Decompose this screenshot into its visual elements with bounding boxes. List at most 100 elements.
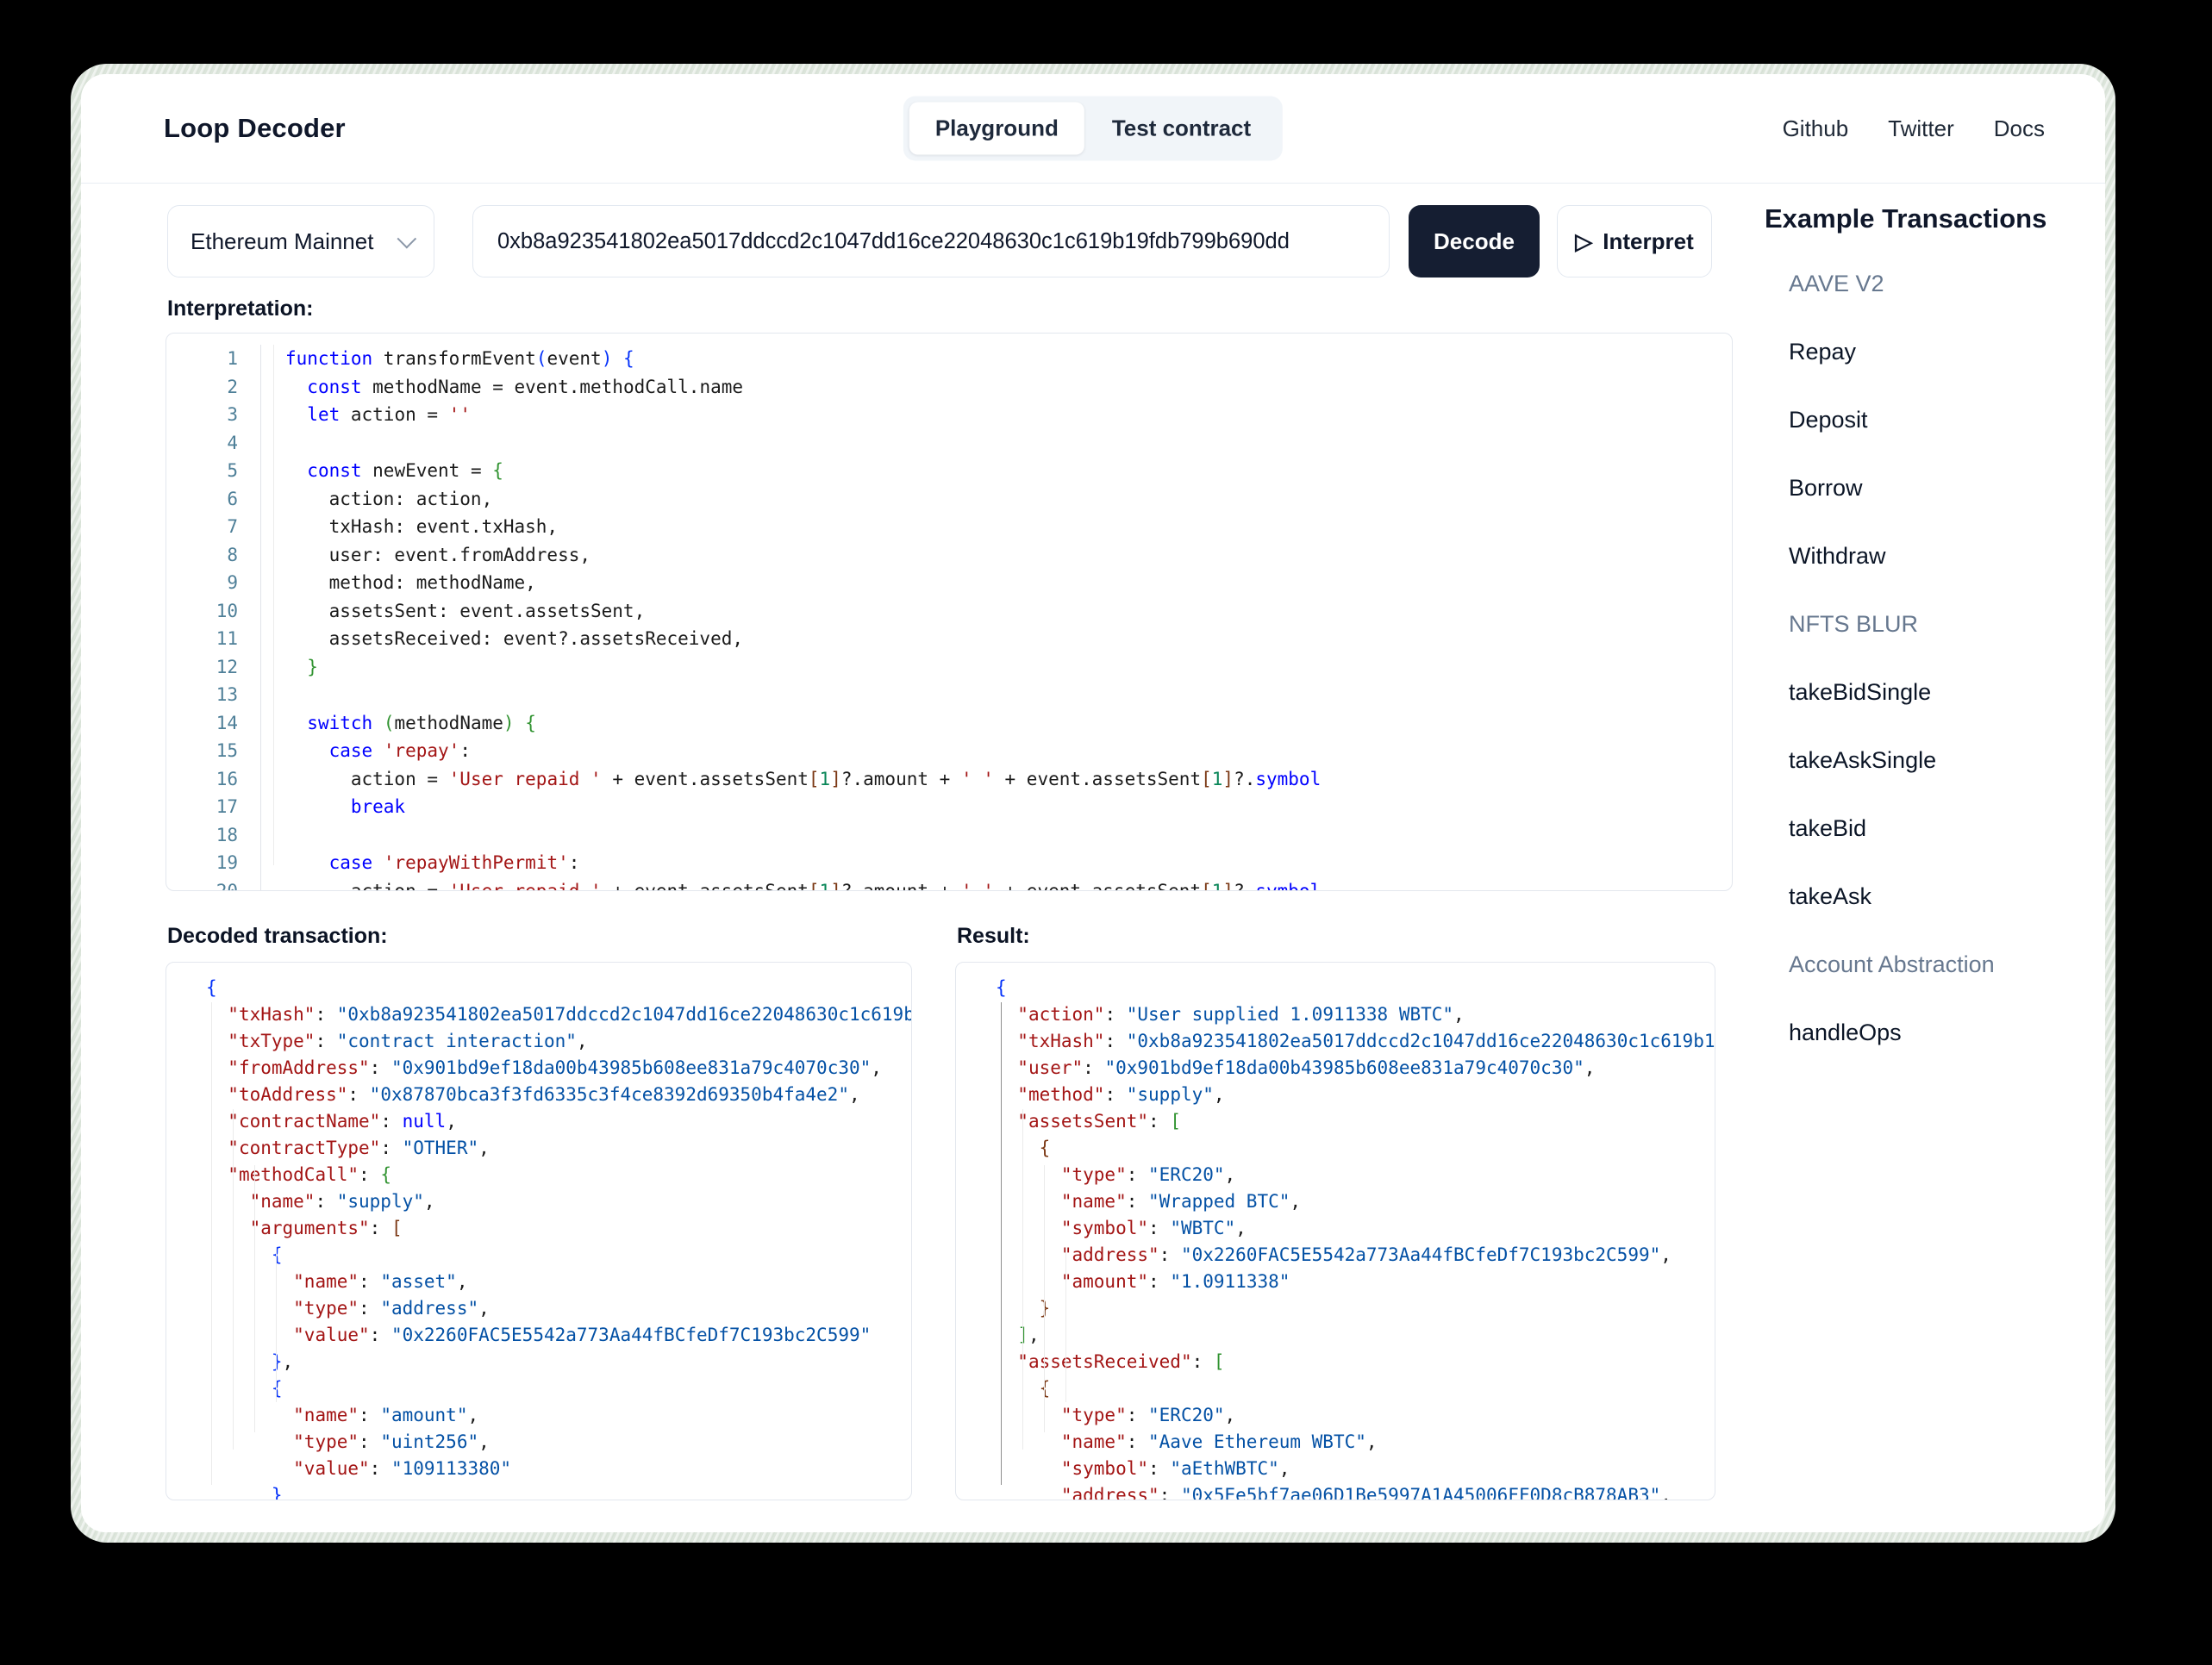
code-line: 10 assetsSent: event.assetsSent,	[166, 596, 1732, 625]
json-line: "type": "uint256",	[293, 1431, 490, 1452]
json-line: ],	[1017, 1325, 1040, 1345]
code-line: 8 user: event.fromAddress,	[166, 540, 1732, 569]
line-number: 19	[166, 849, 261, 877]
code-line: 17 break	[166, 793, 1732, 821]
decoded-transaction-panel[interactable]: { "txHash": "0xb8a923541802ea5017ddccd2c…	[166, 962, 912, 1500]
json-line: "value": "109113380"	[293, 1458, 512, 1479]
example-section: Account Abstraction handleOps	[1765, 951, 2066, 1046]
indent-guide	[1065, 1247, 1066, 1402]
line-number: 10	[166, 596, 261, 625]
json-line: "value": "0x2260FAC5E5542a773Aa44fBCfeDf…	[293, 1325, 872, 1345]
json-line: "name": "Aave Ethereum WBTC",	[1060, 1431, 1378, 1452]
line-number: 5	[166, 457, 261, 485]
interpretation-label: Interpretation:	[167, 296, 314, 321]
json-line: }	[271, 1485, 283, 1500]
indent-guide	[254, 1165, 255, 1432]
example-transaction-deposit[interactable]: Deposit	[1765, 407, 2066, 433]
example-section: NFTS BLUR takeBidSingle takeAskSingle takeB…	[1765, 611, 2066, 910]
json-line: {	[271, 1244, 283, 1265]
indent-guide	[273, 345, 274, 865]
result-panel[interactable]: { "action": "User supplied 1.0911338 WBT…	[955, 962, 1715, 1500]
example-transaction-takebidsingle[interactable]: takeBidSingle	[1765, 679, 2066, 706]
line-number: 4	[166, 428, 261, 457]
code-line: 16 action = 'User repaid ' + event.asset…	[166, 764, 1732, 793]
window-frame: Loop Decoder Playground Test contract Gi…	[71, 64, 2115, 1543]
tx-hash-input[interactable]	[472, 205, 1390, 278]
json-line: "arguments": [	[249, 1218, 403, 1238]
docs-link[interactable]: Docs	[1994, 115, 2045, 142]
json-line: "methodCall": {	[228, 1164, 391, 1185]
json-line: "name": "asset",	[293, 1271, 468, 1292]
example-transaction-borrow[interactable]: Borrow	[1765, 475, 2066, 502]
code-line: 19 case 'repayWithPermit':	[166, 849, 1732, 877]
example-transaction-takeasksingle[interactable]: takeAskSingle	[1765, 747, 2066, 774]
json-line: "address": "0x5Ee5bf7ae06D1Be5997A1A4500…	[1060, 1485, 1671, 1500]
json-line: {	[1039, 1138, 1051, 1158]
line-number: 16	[166, 764, 261, 793]
json-line: "name": "supply",	[249, 1191, 435, 1212]
line-number: 12	[166, 652, 261, 681]
code-editor[interactable]: 1 function transformEvent(event) {2 const…	[166, 333, 1733, 891]
interpret-button-label: Interpret	[1603, 228, 1694, 254]
line-number: 1	[166, 345, 261, 373]
json-line: "txHash": "0xb8a923541802ea5017ddccd2c10…	[228, 1004, 911, 1025]
example-transactions-sidebar: Example Transactions AAVE V2 Repay Deposit…	[1765, 203, 2066, 1046]
line-number: 17	[166, 793, 261, 821]
code-line: 18	[166, 820, 1732, 849]
json-line: {	[996, 977, 1007, 998]
json-line: }	[996, 1295, 1715, 1322]
nav-links: Github Twitter Docs	[1783, 115, 2045, 142]
json-line: },	[271, 1351, 294, 1372]
line-number: 20	[166, 876, 261, 890]
json-line: "action": "User supplied 1.0911338 WBTC"…	[1017, 1004, 1465, 1025]
line-number: 9	[166, 569, 261, 597]
example-section-heading: Account Abstraction	[1789, 951, 1995, 977]
code-line: 15 case 'repay':	[166, 737, 1732, 765]
github-link[interactable]: Github	[1783, 115, 1849, 142]
json-line: {	[206, 977, 217, 998]
example-transaction-takebid[interactable]: takeBid	[1765, 815, 2066, 842]
example-section-heading: NFTS BLUR	[1789, 611, 1919, 637]
json-line: {	[996, 1375, 1715, 1402]
example-transaction-handleops[interactable]: handleOps	[1765, 1020, 2066, 1046]
code-line: 7 txHash: event.txHash,	[166, 513, 1732, 541]
example-transaction-repay[interactable]: Repay	[1765, 339, 2066, 365]
line-number: 2	[166, 372, 261, 401]
json-line: "method": "supply",	[1017, 1084, 1225, 1105]
decode-button[interactable]: Decode	[1409, 205, 1540, 278]
code-line: 1 function transformEvent(event) {	[166, 345, 1732, 373]
line-number: 11	[166, 625, 261, 653]
json-line: "name": "amount",	[293, 1405, 479, 1425]
example-section: AAVE V2 Repay Deposit Borrow Withdraw	[1765, 271, 2066, 570]
code-line: 14 switch (methodName) {	[166, 708, 1732, 737]
interpret-button[interactable]: ▷ Interpret	[1557, 205, 1712, 278]
code-line: 9 method: methodName,	[166, 569, 1732, 597]
example-transaction-takeask[interactable]: takeAsk	[1765, 883, 2066, 910]
code-line: 6 action: action,	[166, 484, 1732, 513]
result-label: Result:	[957, 924, 1030, 948]
sidebar-sections: AAVE V2 Repay Deposit Borrow Withdraw NFTS BL…	[1765, 271, 2066, 1046]
json-line: "symbol": "WBTC",	[1060, 1218, 1247, 1238]
code-editor-lines: 1 function transformEvent(event) {2 const…	[166, 334, 1732, 890]
json-line: "user": "0x901bd9ef18da00b43985b608ee831…	[1017, 1057, 1596, 1078]
json-line: "contractName": null,	[228, 1111, 457, 1132]
network-select[interactable]: Ethereum Mainnet	[167, 205, 434, 278]
sidebar-title: Example Transactions	[1765, 203, 2047, 234]
json-line: "assetsSent": [	[1017, 1111, 1181, 1132]
line-number: 15	[166, 737, 261, 765]
app-title: Loop Decoder	[164, 113, 346, 143]
twitter-link[interactable]: Twitter	[1888, 115, 1954, 142]
json-line: "assetsReceived": [	[1017, 1351, 1225, 1372]
json-line: "name": "Wrapped BTC",	[1060, 1191, 1302, 1212]
example-transaction-withdraw[interactable]: Withdraw	[1765, 543, 2066, 570]
json-line: {	[271, 1378, 283, 1399]
indent-guide	[211, 1002, 212, 1485]
line-number: 13	[166, 681, 261, 709]
json-line: "txType": "contract interaction",	[228, 1031, 588, 1051]
tab-playground[interactable]: Playground	[909, 102, 1084, 155]
network-select-value: Ethereum Mainnet	[191, 228, 374, 254]
chevron-down-icon	[397, 228, 417, 249]
tab-test-contract[interactable]: Test contract	[1086, 103, 1277, 155]
line-number: 7	[166, 513, 261, 541]
code-line: 4	[166, 428, 1732, 457]
